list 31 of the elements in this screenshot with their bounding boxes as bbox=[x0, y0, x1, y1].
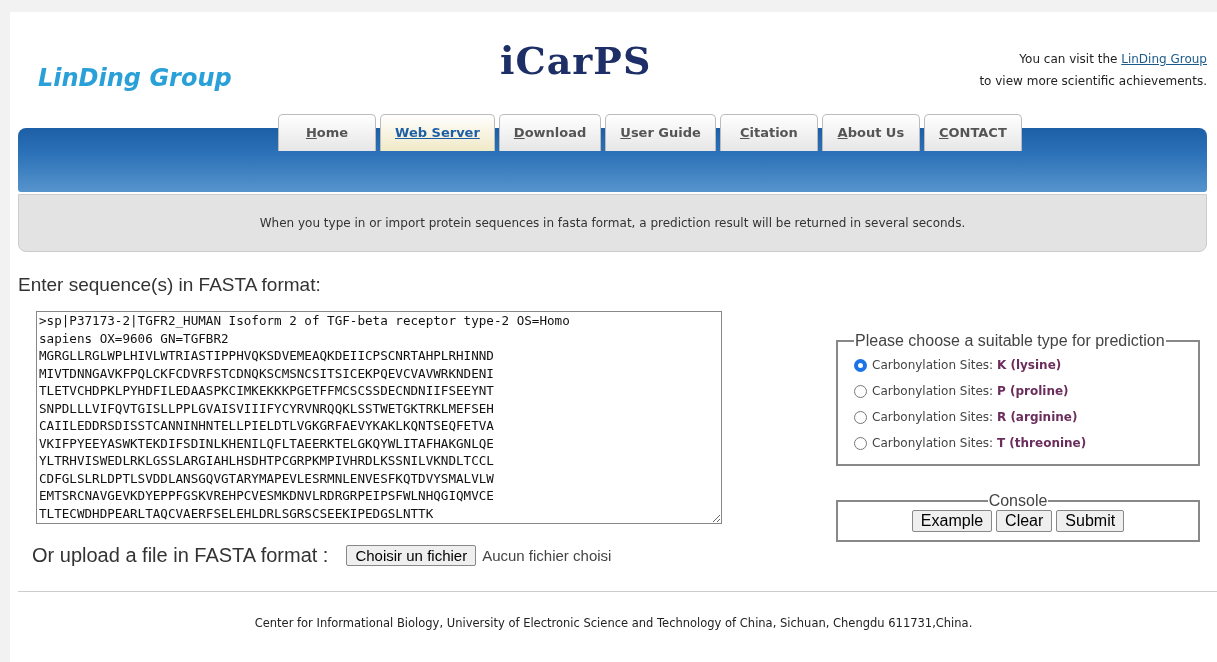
console-button[interactable]: Example bbox=[911, 510, 993, 532]
notice-text: When you type in or import protein sequences in fasta format, a prediction result will be returned in several seconds. bbox=[259, 216, 966, 230]
option-label: Carbonylation Sites: R (arginine) bbox=[872, 410, 1078, 424]
nav-tab[interactable]: User Guide bbox=[605, 114, 716, 151]
option-label: Carbonylation Sites: K (lysine) bbox=[872, 358, 1062, 372]
radio-button[interactable] bbox=[854, 410, 867, 424]
choose-file-button[interactable]: Choisir un fichier bbox=[346, 545, 477, 566]
nav-tab[interactable]: Citation bbox=[719, 114, 818, 151]
site-title: iCarPS bbox=[500, 38, 652, 83]
file-status: Aucun fichier choisi bbox=[482, 547, 612, 564]
sequence-label: Enter sequence(s) in FASTA format: bbox=[18, 274, 322, 296]
prediction-legend: Please choose a suitable type for prediction bbox=[854, 332, 1166, 350]
group-link[interactable]: LinDing Group bbox=[1121, 52, 1207, 66]
nav-tab[interactable]: CONTACT bbox=[923, 114, 1022, 151]
nav-tab[interactable]: Download bbox=[498, 114, 602, 151]
visit-text: You can visit the LinDing Group bbox=[1018, 51, 1207, 68]
console-button[interactable]: Submit bbox=[1056, 510, 1125, 532]
option-label: Carbonylation Sites: P (proline) bbox=[872, 384, 1069, 398]
console-button[interactable]: Clear bbox=[996, 510, 1053, 532]
radio-button[interactable] bbox=[854, 384, 867, 398]
visit-text: to view more scientific achievements. bbox=[979, 73, 1207, 90]
console-legend: Console bbox=[987, 492, 1049, 510]
radio-button[interactable] bbox=[854, 358, 867, 372]
footer-text: Center for Informational Biology, University of Electronic Science and Technology of China, Sichuan, Chengdu 611731,China. bbox=[254, 616, 973, 630]
option-label: Carbonylation Sites: T (threonine) bbox=[872, 436, 1087, 450]
upload-label: Or upload a file in FASTA format : bbox=[32, 544, 329, 567]
nav-tab[interactable]: Home bbox=[278, 114, 376, 151]
radio-button[interactable] bbox=[854, 436, 867, 450]
nav-tab[interactable]: Web Server bbox=[380, 114, 495, 151]
nav-tab[interactable]: About Us bbox=[821, 114, 920, 151]
sequence-field[interactable]: >sp|P37173-2|TGFR2_HUMAN Isoform 2 of TGF-beta receptor type-2 OS=Homo sapiens OX=9606 GN=TGFBR2 MGRGLLRGLWPLHIVLWTRIASTIPPHVQKSDVEMEAQKDEIICPSCNRTAHPLRHINND MIVTDNNGAVKFPQLCKFCDVRFSTCDNQKSCMSNCSITSICEKPQEVCVAVWRKNDENI TLETVCHDPKLPYHDFILEDAASPKCIMKEKKKPGETFFMCSCSSDECNDNIIFSEEYNT SNPDLLLVIFQVTGISLLPPLGVAISVIIIFYCYRVNRQQKLSSTWETGKTRKLMEFSEH CAIILEDDRSDISSTCANNINHNTELLPIELDTLVGKGRFAEVYKAKLKQNTSEQFETVA VKIFPYEEYASWKTEKDIFSDINLKHENILQFLTAEERKTELGKQYWLITAFHAKGNLQE YLTRHVISWEDLRKLGSSLARGIAHLHSDHTPCGRPKMPIVHRDLKSSNILVKNDLTCCL CDFGLSLRLDPTLSVDDLANSGQVGTARYMAPEVLESRMNLENVESFKQTDVYSMALVLW EMTSRCNAVGEVKDYEPPFGSKVREHPCVESMKDNVLRDRGRPEIPSFWLNHQGIQMVCE TLTECWDHDPEARLTAQCVAERFSELEHLDRLSGRSCSEEKIPEDGSLNTTK bbox=[36, 311, 722, 524]
